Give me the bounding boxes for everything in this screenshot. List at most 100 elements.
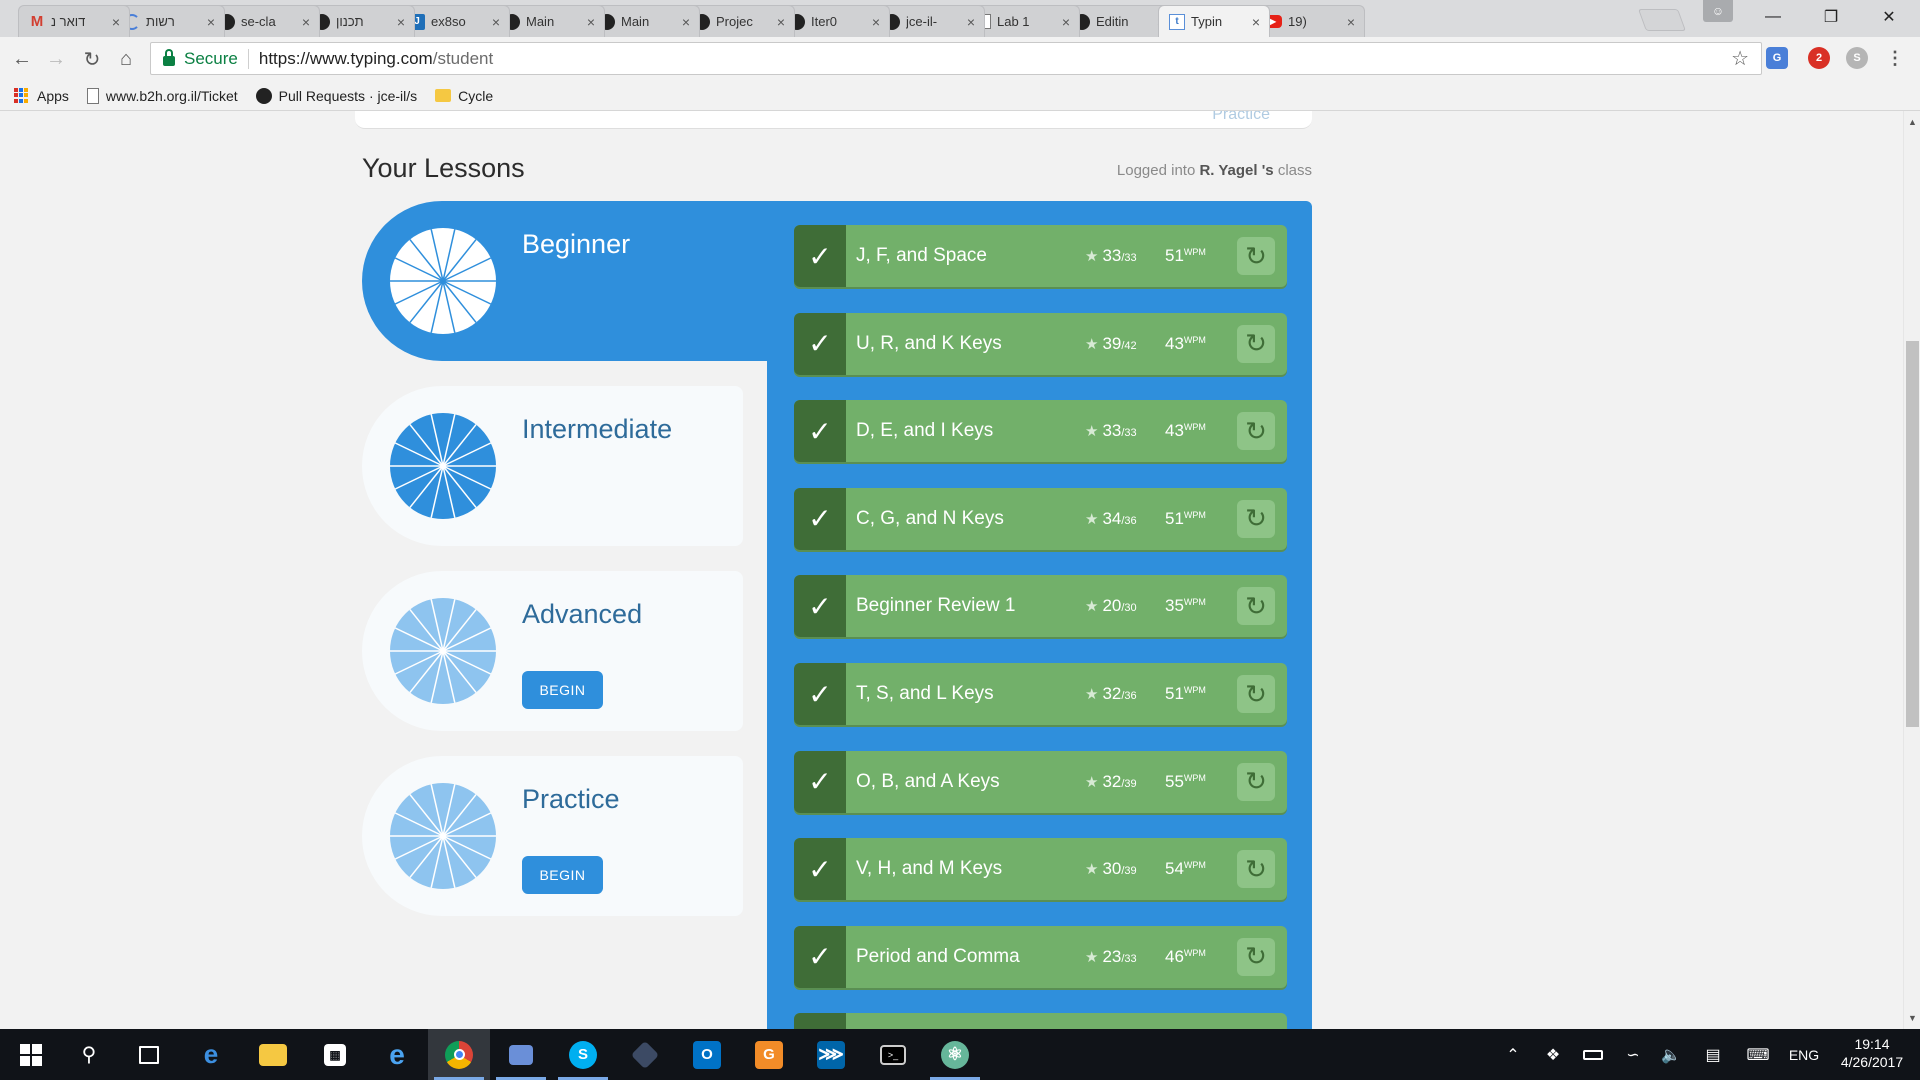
bookmark-cycle[interactable]: Cycle — [435, 88, 493, 104]
back-icon[interactable]: ← — [10, 47, 34, 71]
skype-extension-icon[interactable]: S — [1846, 47, 1868, 69]
close-tab-icon[interactable]: × — [679, 14, 693, 30]
close-tab-icon[interactable]: × — [489, 14, 503, 30]
checkmark-icon: ✓ — [794, 225, 846, 287]
search-icon[interactable]: ⚲ — [58, 1029, 120, 1080]
atom-icon[interactable]: ⚛ — [924, 1029, 986, 1080]
logged-in-suffix: class — [1277, 162, 1312, 179]
tab-title: se-cla — [241, 14, 276, 29]
keyboard-icon[interactable]: ⌨ — [1740, 1029, 1776, 1080]
scroll-up-icon[interactable]: ▲ — [1908, 117, 1917, 127]
bookmark-b2h[interactable]: www.b2h.org.il/Ticket — [86, 87, 238, 104]
lesson-row[interactable]: ✓ Beginner Review 1 ★ 20/30 35 WPM ↻ — [794, 575, 1287, 638]
lesson-row[interactable]: ✓ V, H, and M Keys ★ 30/39 54 WPM ↻ — [794, 838, 1287, 901]
browser-tab[interactable]: t Typin × — [1158, 5, 1270, 37]
store-icon[interactable]: ▦ — [304, 1029, 366, 1080]
lesson-row[interactable]: ✓ D, E, and I Keys ★ 33/33 43 WPM ↻ — [794, 400, 1287, 463]
close-tab-icon[interactable]: × — [869, 14, 883, 30]
practice-link[interactable]: Practice — [1212, 111, 1270, 124]
level-intermediate[interactable]: Intermediate — [362, 386, 743, 546]
replay-lesson-icon[interactable]: ↻ — [1237, 850, 1275, 889]
browser-tab[interactable]: M דואר נ × — [18, 5, 130, 37]
close-tab-icon[interactable]: × — [774, 14, 788, 30]
replay-lesson-icon[interactable]: ↻ — [1237, 675, 1275, 713]
close-tab-icon[interactable]: × — [109, 14, 123, 30]
volume-icon[interactable]: 🔈 — [1656, 1029, 1686, 1080]
virtualbox-icon[interactable] — [614, 1029, 676, 1080]
restore-button[interactable]: ❐ — [1802, 0, 1860, 34]
start-icon[interactable] — [0, 1029, 62, 1080]
scroll-down-icon[interactable]: ▼ — [1908, 1013, 1917, 1023]
stars-total: /42 — [1121, 339, 1137, 352]
replay-lesson-icon[interactable]: ↻ — [1237, 412, 1275, 451]
menu-icon[interactable]: ⋮ — [1884, 47, 1906, 69]
scrollbar-thumb[interactable] — [1906, 341, 1919, 727]
bookmark-pull-requests[interactable]: Pull Requests · jce-il/s — [255, 87, 417, 104]
bookmark-star-icon[interactable]: ☆ — [1731, 46, 1749, 71]
begin-practice-button[interactable]: BEGIN — [522, 856, 603, 894]
outlook-icon[interactable]: O — [676, 1029, 738, 1080]
task-view-icon[interactable] — [118, 1029, 180, 1080]
terminal-icon[interactable]: >_ — [862, 1029, 924, 1080]
wpm-value: 35 — [1165, 596, 1184, 616]
close-tab-icon[interactable]: × — [964, 14, 978, 30]
new-tab-button[interactable] — [1637, 9, 1687, 31]
chrome-icon[interactable] — [428, 1029, 490, 1080]
profile-icon[interactable]: ☺ — [1703, 0, 1733, 22]
close-window-button[interactable]: ✕ — [1860, 0, 1918, 34]
opera-extension-icon[interactable]: 2 — [1808, 47, 1830, 69]
lesson-row-partial[interactable] — [794, 1013, 1287, 1029]
replay-lesson-icon[interactable]: ↻ — [1237, 587, 1275, 626]
wifi-icon[interactable]: ∽ — [1618, 1029, 1648, 1080]
level-beginner[interactable]: Beginner — [362, 201, 782, 361]
close-tab-icon[interactable]: × — [204, 14, 218, 30]
close-tab-icon[interactable]: × — [584, 14, 598, 30]
forward-icon[interactable]: → — [44, 47, 68, 71]
lesson-row[interactable]: ✓ T, S, and L Keys ★ 32/36 51 WPM ↻ — [794, 663, 1287, 725]
file-explorer-icon[interactable] — [242, 1029, 304, 1080]
close-tab-icon[interactable]: × — [299, 14, 313, 30]
address-bar[interactable]: Secure https://www.typing.com/student ☆ — [150, 42, 1762, 75]
level-advanced[interactable]: Advanced BEGIN — [362, 571, 743, 731]
replay-lesson-icon[interactable]: ↻ — [1237, 937, 1275, 976]
taskbar-clock[interactable]: 19:14 4/26/2017 — [1832, 1035, 1912, 1071]
page-scrollbar[interactable]: ▲ ▼ — [1903, 111, 1920, 1029]
level-practice[interactable]: Practice BEGIN — [362, 756, 743, 916]
close-tab-icon[interactable]: × — [1344, 14, 1358, 30]
wpm-value: 54 — [1165, 859, 1184, 879]
lesson-row[interactable]: ✓ J, F, and Space ★ 33/33 51 WPM ↻ — [794, 225, 1287, 287]
close-tab-icon[interactable]: × — [1249, 14, 1263, 30]
close-tab-icon[interactable]: × — [1059, 14, 1073, 30]
reload-icon[interactable]: ↻ — [80, 47, 104, 71]
page-content: Practice Your Lessons Logged into R. Yag… — [0, 111, 1903, 1029]
replay-lesson-icon[interactable]: ↻ — [1237, 324, 1275, 363]
checkmark-icon: ✓ — [794, 925, 846, 988]
begin-advanced-button[interactable]: BEGIN — [522, 671, 603, 709]
app-orange-icon[interactable]: G — [738, 1029, 800, 1080]
remote-desktop-icon[interactable] — [490, 1029, 552, 1080]
battery-icon[interactable] — [1578, 1029, 1608, 1080]
level-name: Advanced — [522, 599, 643, 629]
lesson-row[interactable]: ✓ U, R, and K Keys ★ 39/42 43 WPM ↻ — [794, 312, 1287, 375]
action-center-icon[interactable]: ▤ — [1696, 1029, 1730, 1080]
lesson-row[interactable]: ✓ O, B, and A Keys ★ 32/39 55 WPM ↻ — [794, 750, 1287, 813]
lesson-stars: ★ 34/36 — [1085, 509, 1165, 529]
translate-icon[interactable]: G — [1766, 47, 1788, 69]
show-hidden-icons-icon[interactable]: ⌃ — [1500, 1029, 1526, 1080]
replay-lesson-icon[interactable]: ↻ — [1237, 762, 1275, 801]
internet-explorer-icon[interactable]: e — [366, 1029, 428, 1080]
visual-studio-icon[interactable]: ⋙ — [800, 1029, 862, 1080]
minimize-button[interactable]: — — [1744, 0, 1802, 34]
skype-icon[interactable]: S — [552, 1029, 614, 1080]
close-tab-icon[interactable]: × — [394, 14, 408, 30]
replay-lesson-icon[interactable]: ↻ — [1237, 237, 1275, 275]
bookmark-apps[interactable]: Apps — [14, 87, 69, 104]
home-icon[interactable]: ⌂ — [114, 47, 138, 71]
replay-lesson-icon[interactable]: ↻ — [1237, 499, 1275, 538]
lesson-row[interactable]: ✓ Period and Comma ★ 23/33 46 WPM ↻ — [794, 925, 1287, 988]
dropbox-icon[interactable]: ❖ — [1538, 1029, 1568, 1080]
lesson-row[interactable]: ✓ C, G, and N Keys ★ 34/36 51 WPM ↻ — [794, 487, 1287, 550]
edge-icon[interactable]: e — [180, 1029, 242, 1080]
language-indicator[interactable]: ENG — [1782, 1029, 1826, 1080]
tab-title: Iter0 — [811, 14, 838, 29]
